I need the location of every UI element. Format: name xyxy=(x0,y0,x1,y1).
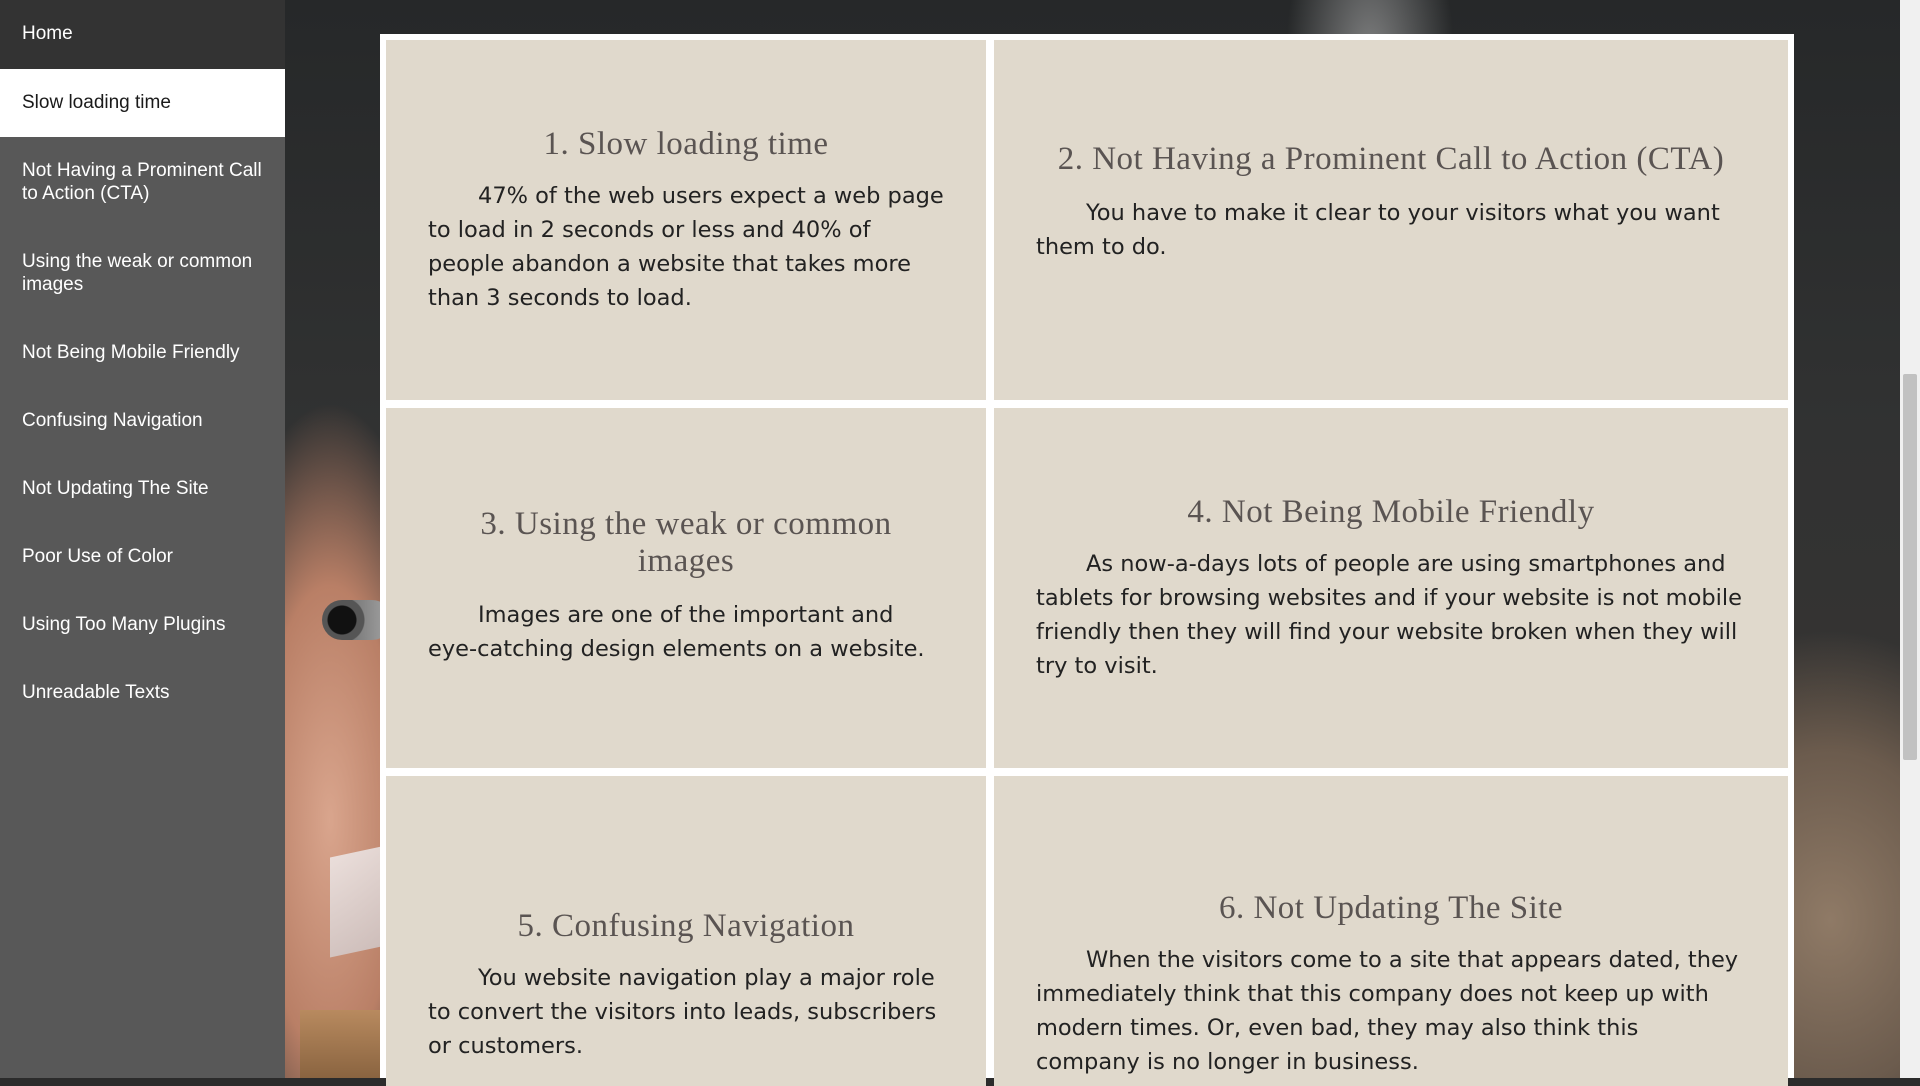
sidebar-item-confusing-navigation[interactable]: Confusing Navigation xyxy=(0,387,285,455)
card-body: As now-a-days lots of people are using s… xyxy=(1036,551,1742,679)
card-title: 2. Not Having a Prominent Call to Action… xyxy=(1057,141,1725,177)
sidebar-item-home[interactable]: Home xyxy=(0,0,285,69)
card-title: 5. Confusing Navigation xyxy=(517,908,855,944)
sidebar-item-unreadable-texts[interactable]: Unreadable Texts xyxy=(0,659,285,727)
card-slow-loading-time: 1. Slow loading time 47% of the web user… xyxy=(386,40,986,400)
card-body: Images are one of the important and eye-… xyxy=(428,602,925,662)
card-body: You website navigation play a major role… xyxy=(428,965,937,1059)
card-title: 4. Not Being Mobile Friendly xyxy=(1187,494,1595,530)
card-title: 1. Slow loading time xyxy=(543,126,829,162)
card-body: You have to make it clear to your visito… xyxy=(1036,200,1720,260)
card-call-to-action: 2. Not Having a Prominent Call to Action… xyxy=(994,40,1788,400)
sidebar-item-too-many-plugins[interactable]: Using Too Many Plugins xyxy=(0,591,285,659)
sidebar-item-poor-color[interactable]: Poor Use of Color xyxy=(0,523,285,591)
content-grid: 1. Slow loading time 47% of the web user… xyxy=(380,34,1794,1086)
sidebar-item-weak-images[interactable]: Using the weak or common images xyxy=(0,228,285,319)
sidebar-nav: Home Slow loading time Not Having a Prom… xyxy=(0,0,285,1078)
sidebar-item-call-to-action[interactable]: Not Having a Prominent Call to Action (C… xyxy=(0,137,285,228)
sidebar-item-mobile-friendly[interactable]: Not Being Mobile Friendly xyxy=(0,319,285,387)
card-weak-images: 3. Using the weak or common images Image… xyxy=(386,408,986,768)
card-title: 6. Not Updating The Site xyxy=(1218,890,1564,926)
desk-image xyxy=(300,1010,390,1078)
card-not-updating: 6. Not Updating The Site When the visito… xyxy=(994,776,1788,1086)
card-confusing-navigation: 5. Confusing Navigation You website navi… xyxy=(386,776,986,1086)
sidebar-item-slow-loading-time[interactable]: Slow loading time xyxy=(0,69,285,137)
card-mobile-friendly: 4. Not Being Mobile Friendly As now-a-da… xyxy=(994,408,1788,768)
scrollbar-thumb[interactable] xyxy=(1903,374,1917,760)
card-title: 3. Using the weak or common images xyxy=(480,506,892,579)
sidebar-item-not-updating[interactable]: Not Updating The Site xyxy=(0,455,285,523)
card-body: When the visitors come to a site that ap… xyxy=(1036,947,1739,1075)
card-body: 47% of the web users expect a web page t… xyxy=(428,183,944,311)
